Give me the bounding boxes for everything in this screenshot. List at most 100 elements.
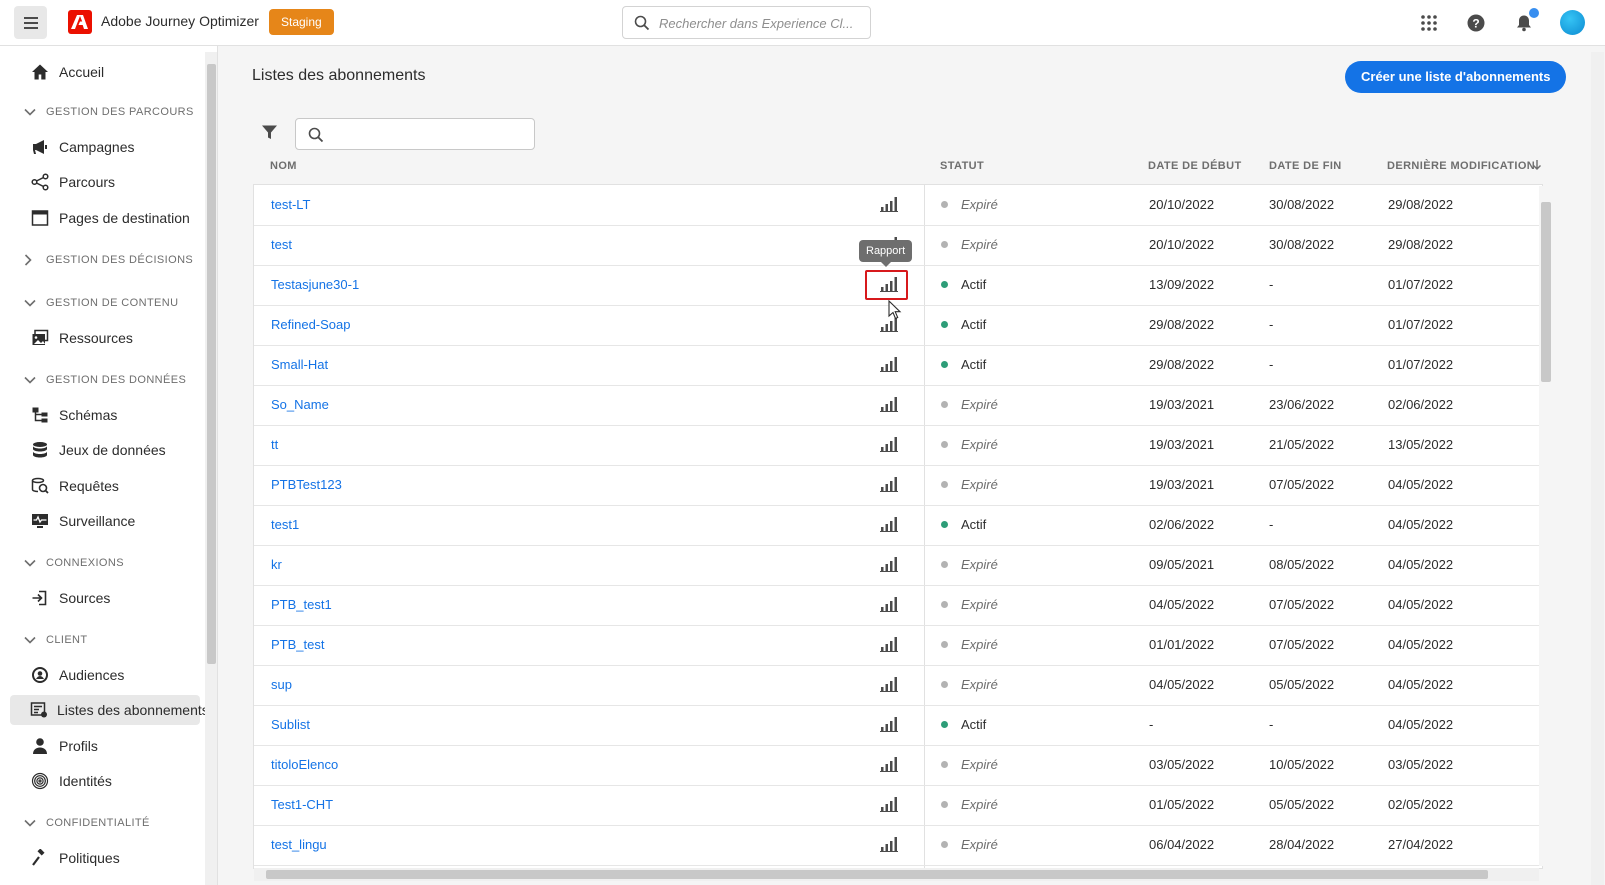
table-horizontal-scrollbar[interactable] [254, 868, 1539, 881]
column-header-start-date[interactable]: DATE DE DÉBUT [1148, 160, 1242, 172]
subscription-list-name-link[interactable]: test [271, 237, 292, 252]
column-header-status[interactable]: STATUT [940, 160, 984, 172]
environment-badge[interactable]: Staging [269, 9, 334, 35]
sidebar-item-campaigns[interactable]: Campagnes [30, 132, 135, 162]
mouse-cursor-icon [888, 299, 902, 325]
sidebar-item-audiences[interactable]: Audiences [30, 660, 124, 690]
report-icon[interactable] [880, 836, 900, 854]
table-row[interactable]: Test1-CHT Expiré 01/05/2022 05/05/2022 02/05… [254, 785, 1541, 826]
help-icon[interactable]: ? [1465, 12, 1487, 34]
subscription-list-name-link[interactable]: PTBTest123 [271, 477, 342, 492]
create-subscription-list-button[interactable]: Créer une liste d'abonnements [1345, 61, 1567, 93]
sidebar-item-journeys[interactable]: Parcours [30, 167, 115, 197]
table-row[interactable]: test-LT Expiré 20/10/2022 30/08/2022 29/08/2… [254, 185, 1541, 226]
subscription-list-name-link[interactable]: Sublist [271, 717, 310, 732]
report-icon[interactable] [880, 596, 900, 614]
table-row[interactable]: titoloElenco Expiré 03/05/2022 10/05/2022 03… [254, 745, 1541, 786]
subscription-list-name-link[interactable]: Small-Hat [271, 357, 328, 372]
report-icon[interactable] [880, 756, 900, 774]
report-icon[interactable] [880, 516, 900, 534]
apps-grid-icon[interactable] [1418, 12, 1440, 34]
subscription-list-name-link[interactable]: test-LT [271, 197, 311, 212]
report-icon[interactable] [880, 396, 900, 414]
table-row[interactable]: test_lingu Expiré 06/04/2022 28/04/2022 27/0… [254, 825, 1541, 866]
subscription-list-name-link[interactable]: PTB_test [271, 637, 324, 652]
table-row[interactable]: PTBTest123 Expiré 19/03/2021 07/05/2022 04/0… [254, 465, 1541, 506]
report-icon[interactable] [880, 636, 900, 654]
subscription-list-name-link[interactable]: Test1-CHT [271, 797, 333, 812]
subscription-list-name-link[interactable]: titoloElenco [271, 757, 338, 772]
menu-icon[interactable] [14, 6, 47, 39]
column-header-end-date[interactable]: DATE DE FIN [1269, 160, 1342, 172]
section-content-management[interactable]: GESTION DE CONTENU [24, 293, 179, 313]
sidebar-item-policies[interactable]: Politiques [30, 843, 120, 873]
sidebar-item-monitoring[interactable]: Surveillance [30, 506, 135, 536]
sidebar-item-home[interactable]: Accueil [30, 57, 104, 87]
report-icon[interactable] [880, 556, 900, 574]
section-privacy[interactable]: CONFIDENTIALITÉ [24, 813, 150, 833]
chevron-down-icon [24, 636, 38, 644]
sidebar-item-profiles[interactable]: Profils [30, 731, 98, 761]
end-date-cell: 30/08/2022 [1269, 197, 1335, 212]
subscription-list-name-link[interactable]: PTB_test1 [271, 597, 332, 612]
subscription-list-name-link[interactable]: Testasjune30-1 [271, 277, 359, 292]
subscription-list-name-link[interactable]: sup [271, 677, 292, 692]
report-icon[interactable] [880, 676, 900, 694]
report-icon[interactable] [880, 436, 900, 454]
table-row[interactable]: Small-Hat Actif 29/08/2022 - 01/07/2022 [254, 345, 1541, 386]
scrollbar-thumb[interactable] [207, 64, 216, 664]
subscription-list-name-link[interactable]: test_lingu [271, 837, 327, 852]
section-journey-management[interactable]: GESTION DES PARCOURS [24, 102, 194, 122]
sidebar-item-schemas[interactable]: Schémas [30, 400, 117, 430]
sort-descending-icon[interactable] [1532, 158, 1542, 176]
sidebar-item-label: Surveillance [59, 513, 136, 529]
last-modified-cell: 04/05/2022 [1388, 517, 1454, 532]
report-icon[interactable] [880, 716, 900, 734]
table-row[interactable]: Sublist Actif - - 04/05/2022 [254, 705, 1541, 746]
table-row[interactable]: sup Expiré 04/05/2022 05/05/2022 04/05/2022 [254, 665, 1541, 706]
table-row[interactable]: So_Name Expiré 19/03/2021 23/06/2022 02/06/2… [254, 385, 1541, 426]
table-vertical-scrollbar[interactable] [1539, 186, 1554, 866]
scrollbar-thumb[interactable] [266, 870, 1488, 879]
sidebar-item-subscription-lists[interactable]: Listes des abonnements [10, 695, 209, 725]
subscription-list-name-link[interactable]: test1 [271, 517, 299, 532]
scrollbar-thumb[interactable] [1541, 202, 1551, 382]
table-row[interactable]: PTB_test1 Expiré 04/05/2022 07/05/2022 04/05… [254, 585, 1541, 626]
sidebar-item-assets[interactable]: Ressources [30, 323, 133, 353]
end-date-cell: 07/05/2022 [1269, 477, 1335, 492]
section-client[interactable]: CLIENT [24, 630, 88, 650]
global-search-input[interactable]: Rechercher dans Experience Cl... [622, 6, 871, 39]
column-header-last-modified[interactable]: DERNIÈRE MODIFICATION [1387, 160, 1535, 172]
sidebar-item-datasets[interactable]: Jeux de données [30, 435, 166, 465]
table-row[interactable]: kr Expiré 09/05/2021 08/05/2022 04/05/2022 [254, 545, 1541, 586]
subscription-list-name-link[interactable]: kr [271, 557, 282, 572]
page-scrollbar[interactable] [1591, 52, 1604, 885]
table-search-input[interactable] [295, 118, 535, 150]
sidebar-item-identities[interactable]: Identités [30, 766, 112, 796]
table-row[interactable]: tt Expiré 19/03/2021 21/05/2022 13/05/2022 [254, 425, 1541, 466]
section-connections[interactable]: CONNEXIONS [24, 553, 124, 573]
adobe-logo-icon[interactable] [68, 10, 92, 34]
end-date-cell: - [1269, 717, 1274, 732]
app-title[interactable]: Adobe Journey Optimizer [101, 13, 259, 29]
column-header-name[interactable]: NOM [270, 160, 297, 172]
section-data-management[interactable]: GESTION DES DONNÉES [24, 370, 186, 390]
last-modified-cell: 29/08/2022 [1388, 197, 1454, 212]
report-icon[interactable] [880, 476, 900, 494]
user-avatar[interactable] [1560, 10, 1585, 35]
subscription-list-name-link[interactable]: So_Name [271, 397, 329, 412]
report-icon[interactable] [880, 356, 900, 374]
table-row[interactable]: PTB_test Expiré 01/01/2022 07/05/2022 04/05/… [254, 625, 1541, 666]
sidebar-item-queries[interactable]: Requêtes [30, 471, 119, 501]
filter-icon[interactable] [261, 124, 278, 146]
report-icon[interactable] [880, 796, 900, 814]
subscription-list-name-link[interactable]: Refined-Soap [271, 317, 351, 332]
section-decision-management[interactable]: GESTION DES DÉCISIONS [24, 250, 193, 270]
sidebar-scrollbar[interactable] [205, 52, 217, 885]
report-icon[interactable] [880, 196, 900, 214]
table-row[interactable]: test1 Actif 02/06/2022 - 04/05/2022 [254, 505, 1541, 546]
sidebar-item-landing-pages[interactable]: Pages de destination [30, 203, 190, 233]
search-icon [634, 15, 650, 31]
sidebar-item-sources[interactable]: Sources [30, 583, 110, 613]
subscription-list-name-link[interactable]: tt [271, 437, 278, 452]
